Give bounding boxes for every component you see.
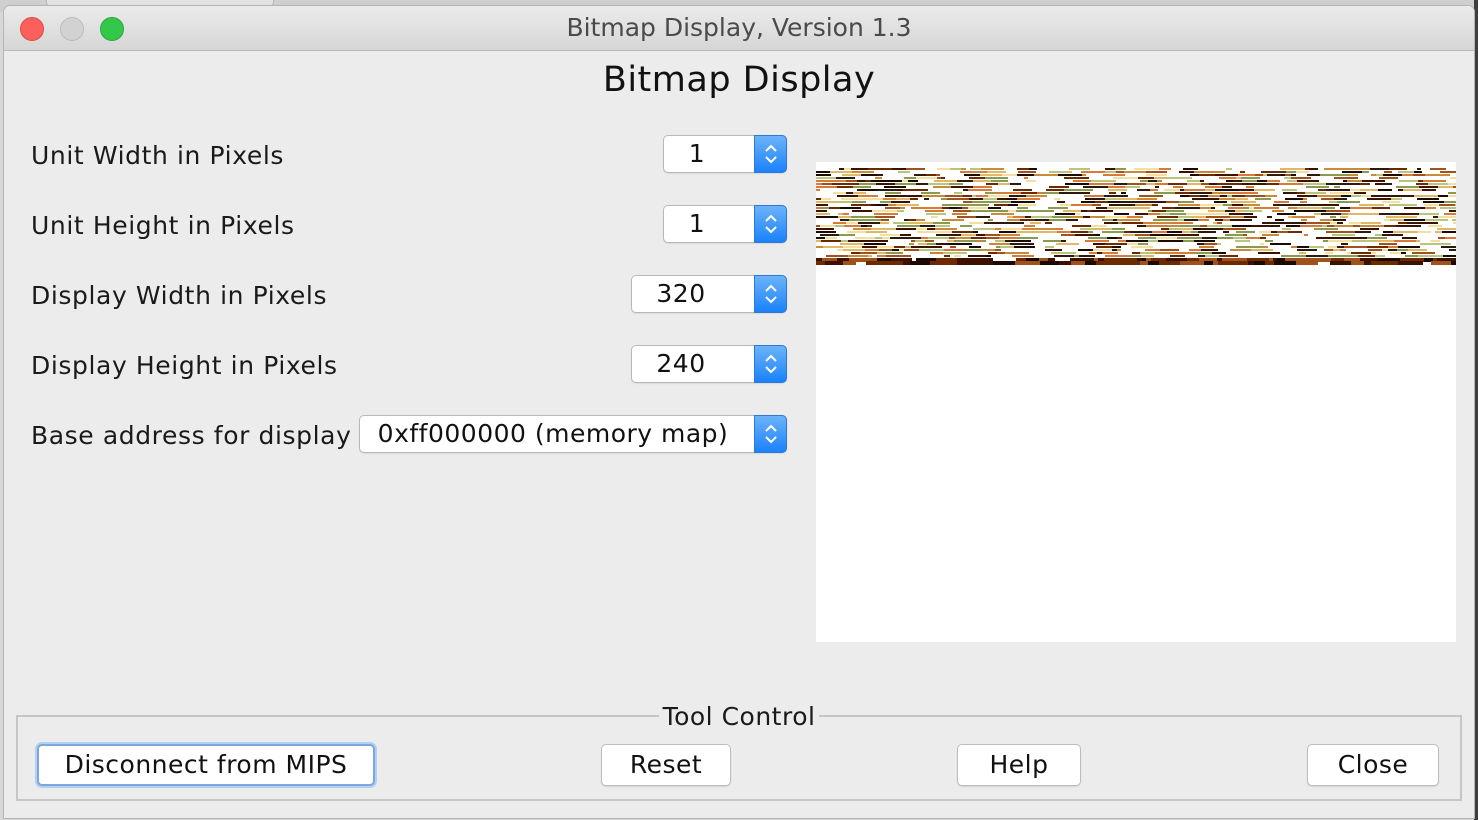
unit-width-label: Unit Width in Pixels	[31, 141, 285, 170]
chevron-up-down-icon[interactable]	[754, 415, 787, 453]
tool-control-title: Tool Control	[4, 702, 1474, 731]
bitmap-pixel-grid	[816, 168, 1456, 265]
display-height-label: Display Height in Pixels	[31, 351, 338, 380]
disconnect-button[interactable]: Disconnect from MIPS	[37, 744, 375, 786]
display-width-label: Display Width in Pixels	[31, 281, 328, 310]
display-width-select[interactable]: 320	[631, 275, 787, 313]
display-height-select[interactable]: 240	[631, 345, 787, 383]
display-height-value: 240	[656, 349, 706, 378]
reset-button[interactable]: Reset	[601, 744, 731, 786]
page-title: Bitmap Display	[602, 60, 876, 100]
help-button[interactable]: Help	[957, 744, 1081, 786]
chevron-up-down-icon[interactable]	[754, 135, 787, 173]
title-bar[interactable]: Bitmap Display, Version 1.3	[4, 6, 1474, 51]
base-address-select[interactable]: 0xff000000 (memory map)	[359, 415, 787, 453]
unit-width-value: 1	[688, 139, 706, 168]
unit-height-label: Unit Height in Pixels	[31, 211, 295, 240]
tool-control-title-text: Tool Control	[658, 702, 820, 731]
unit-height-select[interactable]: 1	[663, 205, 787, 243]
window-title: Bitmap Display, Version 1.3	[566, 13, 912, 42]
display-width-value: 320	[656, 279, 706, 308]
bitmap-display-canvas	[816, 162, 1456, 642]
chevron-up-down-icon[interactable]	[754, 345, 787, 383]
bitmap-noise	[816, 168, 1456, 265]
base-address-value: 0xff000000 (memory map)	[377, 419, 729, 448]
bitmap-display-window: Bitmap Display, Version 1.3 Bitmap Displ…	[4, 6, 1474, 818]
base-address-label: Base address for display	[31, 421, 352, 450]
close-button[interactable]: Close	[1307, 744, 1439, 786]
unit-width-select[interactable]: 1	[663, 135, 787, 173]
background-window-edge	[1474, 0, 1478, 820]
unit-height-value: 1	[688, 209, 706, 238]
chevron-up-down-icon[interactable]	[754, 275, 787, 313]
chevron-up-down-icon[interactable]	[754, 205, 787, 243]
